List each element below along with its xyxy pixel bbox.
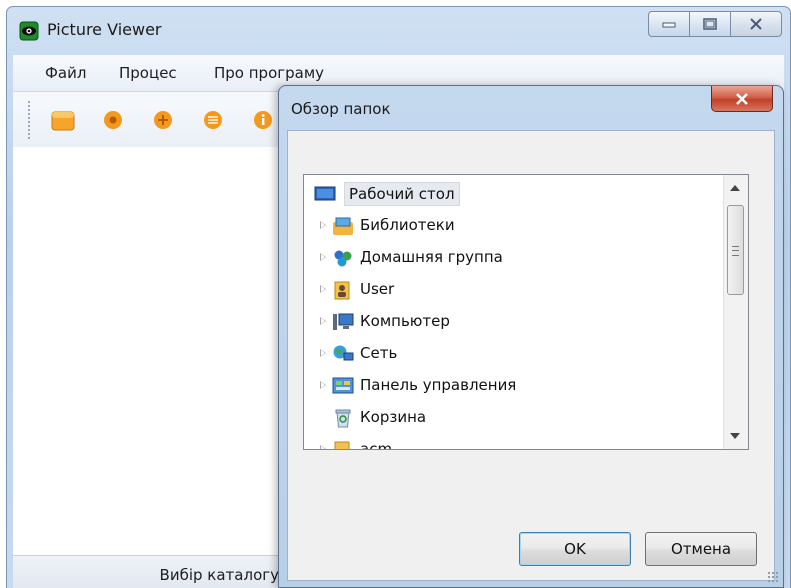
recycle-bin-icon — [335, 409, 351, 428]
record-button[interactable] — [101, 108, 125, 132]
tree-item-recycle-bin[interactable]: Корзина — [304, 403, 722, 433]
browse-folders-dialog: Обзор папок Рабочий стол Библиотеки Дома… — [278, 85, 784, 588]
tree-scrollbar[interactable] — [723, 175, 748, 449]
close-icon — [736, 92, 748, 105]
computer-icon — [333, 313, 354, 330]
open-folder-button[interactable] — [51, 108, 75, 132]
tree-item-label: Рабочий стол — [344, 182, 460, 206]
scroll-down-icon[interactable] — [730, 433, 740, 439]
libraries-icon — [333, 217, 353, 235]
scroll-up-icon[interactable] — [730, 185, 740, 191]
toolbar-grip[interactable] — [27, 100, 31, 140]
expand-arrow-icon[interactable] — [320, 221, 326, 229]
app-eye-icon — [19, 21, 39, 41]
menu-process[interactable]: Процес — [119, 64, 177, 82]
maximize-button[interactable] — [689, 11, 731, 37]
minimize-icon — [662, 22, 676, 28]
maximize-icon — [703, 18, 717, 30]
scroll-thumb[interactable] — [727, 205, 744, 295]
info-icon — [254, 111, 272, 129]
status-bar: Вибір каталогу — [13, 555, 285, 588]
tree-item-computer[interactable]: Компьютер — [304, 307, 722, 337]
record-icon — [104, 111, 122, 129]
dialog-close-button[interactable] — [711, 86, 773, 112]
close-icon — [750, 18, 762, 30]
ok-button[interactable]: OK — [519, 532, 631, 566]
list-circle-icon — [204, 111, 222, 129]
cancel-button[interactable]: Отмена — [645, 532, 757, 566]
user-folder-icon — [334, 281, 350, 300]
expand-arrow-icon[interactable] — [320, 349, 326, 357]
expand-arrow-icon[interactable] — [320, 381, 326, 389]
info-button[interactable] — [251, 108, 275, 132]
menu-file[interactable]: Файл — [45, 64, 86, 82]
menu-about[interactable]: Про програму — [214, 64, 324, 82]
expand-arrow-icon[interactable] — [320, 253, 326, 261]
resize-grip-icon[interactable] — [767, 571, 779, 583]
scroll-grip-icon — [732, 246, 739, 256]
expand-arrow-icon[interactable] — [320, 285, 326, 293]
folder-icon — [51, 111, 75, 131]
tree-item-user[interactable]: User — [304, 275, 722, 305]
tree-item-label: Панель управления — [360, 376, 517, 394]
tree-item-network[interactable]: Сеть — [304, 339, 722, 369]
expand-arrow-icon[interactable] — [320, 445, 326, 449]
folder-tree[interactable]: Рабочий стол Библиотеки Домашняя группа — [303, 174, 749, 450]
tree-item-label: Сеть — [360, 344, 398, 362]
status-text: Вибір каталогу — [159, 566, 279, 584]
dialog-title: Обзор папок — [291, 100, 391, 118]
tree-item-acm[interactable]: acm — [304, 435, 722, 450]
tree-item-label: Корзина — [360, 408, 427, 426]
desktop-icon — [314, 186, 336, 201]
tree-item-label: acm — [360, 440, 393, 450]
add-button[interactable] — [151, 108, 175, 132]
plus-circle-icon — [154, 111, 172, 129]
expand-arrow-icon[interactable] — [320, 317, 326, 325]
tree-item-desktop[interactable]: Рабочий стол — [304, 179, 722, 209]
tree-item-homegroup[interactable]: Домашняя группа — [304, 243, 722, 273]
list-button[interactable] — [201, 108, 225, 132]
homegroup-icon — [334, 250, 352, 267]
control-panel-icon — [332, 377, 354, 394]
close-button[interactable] — [730, 11, 782, 37]
tree-item-label: Домашняя группа — [360, 248, 503, 266]
network-icon — [333, 345, 354, 361]
main-titlebar[interactable]: Picture Viewer — [7, 7, 790, 53]
caption-buttons — [648, 11, 782, 37]
tree-item-control-panel[interactable]: Панель управления — [304, 371, 722, 401]
tree-item-label: User — [360, 280, 395, 298]
tree-item-label: Библиотеки — [360, 216, 455, 234]
tree-item-libraries[interactable]: Библиотеки — [304, 211, 722, 241]
minimize-button[interactable] — [648, 11, 690, 37]
image-view-area[interactable] — [13, 147, 285, 555]
window-title: Picture Viewer — [47, 20, 162, 39]
tree-item-label: Компьютер — [360, 312, 450, 330]
folder-icon — [334, 441, 350, 449]
